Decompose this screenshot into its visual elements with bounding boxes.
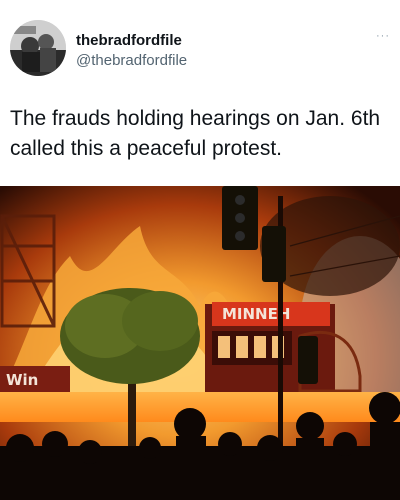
tweet-text: The frauds holding hearings on Jan. 6th … <box>10 107 381 160</box>
burning-building-photo: MINNEH Win <box>0 186 400 500</box>
tweet-header: thebradfordfile @thebradfordfile ··· <box>0 0 400 90</box>
tweet-media-image[interactable]: MINNEH Win <box>0 186 400 500</box>
avatar-image <box>10 20 66 76</box>
user-handle[interactable]: @thebradfordfile <box>76 52 187 69</box>
avatar[interactable] <box>10 20 66 76</box>
display-name[interactable]: thebradfordfile <box>76 32 182 49</box>
storefront-sign-text: Win <box>6 371 38 389</box>
more-options-icon[interactable]: ··· <box>376 30 390 42</box>
